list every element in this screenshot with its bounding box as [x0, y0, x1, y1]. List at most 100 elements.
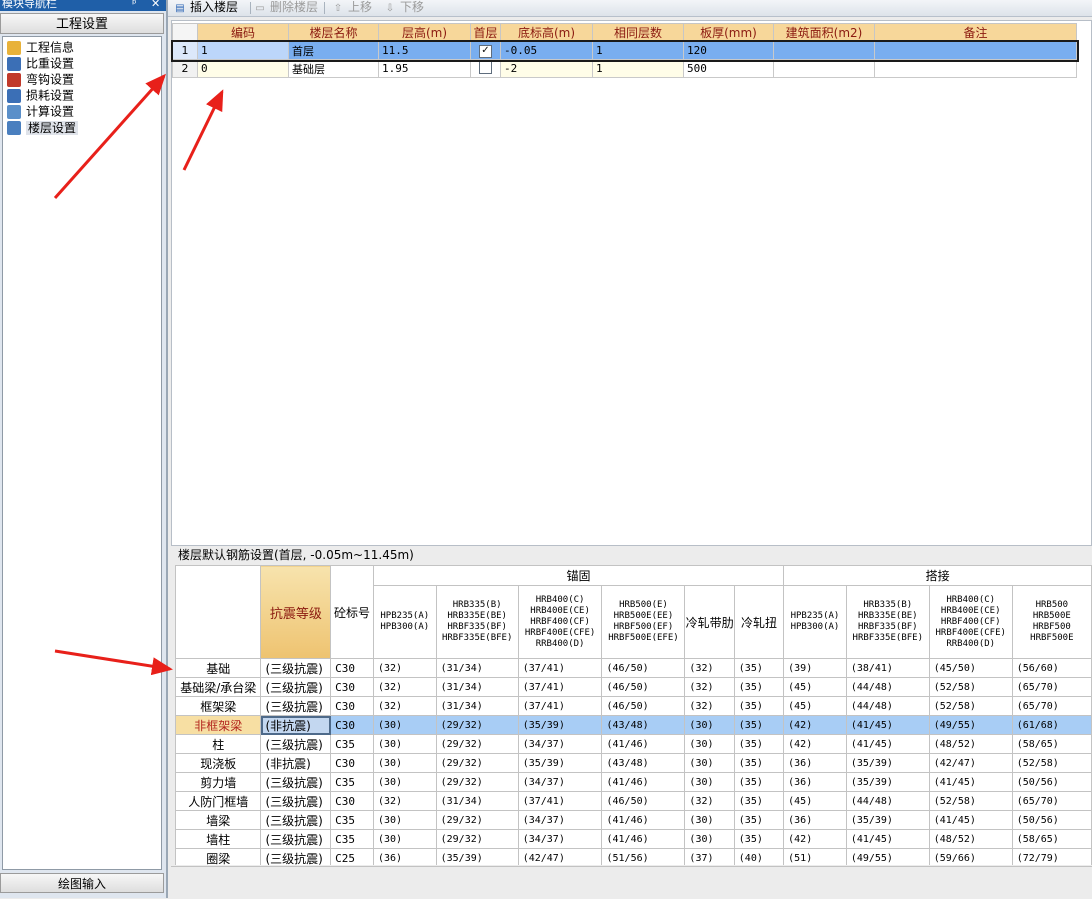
anchorage-value[interactable]: (29/32): [435, 829, 519, 849]
floor-row[interactable]: 2 0 基础层 1.95 -2 1 500: [172, 59, 1077, 78]
anchorage-value[interactable]: (30): [372, 772, 437, 792]
anchorage-value[interactable]: (40): [733, 848, 785, 865]
floor-cell-same[interactable]: 1: [592, 59, 684, 78]
anchorage-value[interactable]: (29/32): [435, 772, 519, 792]
anchorage-value[interactable]: (37/41): [517, 696, 603, 716]
lap-value[interactable]: (35/39): [845, 810, 930, 830]
lap-value[interactable]: (52/58): [928, 696, 1013, 716]
lap-value[interactable]: (52/58): [928, 791, 1013, 811]
anchorage-value[interactable]: (35): [733, 658, 785, 678]
component-name[interactable]: 现浇板: [175, 753, 262, 773]
floor-cell-thickness[interactable]: 120: [683, 41, 774, 60]
lap-value[interactable]: (39): [783, 658, 847, 678]
rebar-row[interactable]: 柱 (三级抗震) C35 (30) (29/32) (34/37) (41/46) (30)(…: [175, 734, 1092, 754]
lap-value[interactable]: (44/48): [845, 791, 930, 811]
floor-cell-name[interactable]: 首层: [288, 41, 379, 60]
anchorage-value[interactable]: (34/37): [517, 810, 603, 830]
component-name[interactable]: 基础梁/承台梁: [175, 677, 262, 697]
rebar-row[interactable]: 非框架梁 (非抗震) C30 (30) (29/32) (35/39) (43/48) (30…: [175, 715, 1092, 735]
anchorage-value[interactable]: (43/48): [601, 753, 686, 773]
lap-value[interactable]: (41/45): [845, 715, 930, 735]
lap-value[interactable]: (45): [783, 791, 847, 811]
floor-cell-code[interactable]: 0: [197, 59, 289, 78]
seismic-grade-cell[interactable]: (三级抗震): [260, 677, 332, 697]
concrete-grade-cell[interactable]: C30: [330, 696, 374, 716]
anchorage-value[interactable]: (30): [372, 829, 437, 849]
tree-item[interactable]: 楼层设置: [7, 119, 79, 135]
component-name[interactable]: 圈梁: [175, 848, 262, 865]
anchorage-value[interactable]: (31/34): [435, 696, 519, 716]
concrete-grade-cell[interactable]: C35: [330, 810, 374, 830]
lap-value[interactable]: (45): [783, 677, 847, 697]
lap-value[interactable]: (45): [783, 696, 847, 716]
anchorage-value[interactable]: (30): [684, 715, 735, 735]
seismic-grade-cell[interactable]: (非抗震): [260, 715, 332, 735]
floor-column-header[interactable]: 首层: [470, 23, 501, 42]
lap-value[interactable]: (41/45): [928, 810, 1013, 830]
seismic-grade-cell[interactable]: (三级抗震): [260, 696, 332, 716]
concrete-grade-cell[interactable]: C30: [330, 715, 374, 735]
seismic-grade-cell[interactable]: (三级抗震): [260, 791, 332, 811]
pin-icon[interactable]: ᵖ: [132, 0, 137, 9]
anchorage-value[interactable]: (37/41): [517, 658, 603, 678]
floor-cell-area[interactable]: [773, 41, 875, 60]
anchorage-value[interactable]: (42/47): [517, 848, 603, 865]
lap-value[interactable]: (52/58): [1011, 753, 1092, 773]
rebar-row[interactable]: 现浇板 (非抗震) C30 (30) (29/32) (35/39) (43/48) (30)…: [175, 753, 1092, 773]
concrete-grade-cell[interactable]: C30: [330, 753, 374, 773]
lap-value[interactable]: (56/60): [1011, 658, 1092, 678]
component-name[interactable]: 墙梁: [175, 810, 262, 830]
anchorage-value[interactable]: (34/37): [517, 734, 603, 754]
anchorage-value[interactable]: (37): [684, 848, 735, 865]
anchorage-value[interactable]: (32): [372, 696, 437, 716]
anchorage-value[interactable]: (41/46): [601, 810, 686, 830]
lap-value[interactable]: (45/50): [928, 658, 1013, 678]
anchorage-value[interactable]: (32): [372, 791, 437, 811]
concrete-grade-cell[interactable]: C35: [330, 734, 374, 754]
anchorage-value[interactable]: (30): [684, 734, 735, 754]
concrete-grade-cell[interactable]: C35: [330, 829, 374, 849]
lap-value[interactable]: (58/65): [1011, 734, 1092, 754]
component-name[interactable]: 基础: [175, 658, 262, 678]
anchorage-value[interactable]: (32): [684, 696, 735, 716]
lap-value[interactable]: (59/66): [928, 848, 1013, 865]
anchorage-value[interactable]: (46/50): [601, 677, 686, 697]
lap-value[interactable]: (44/48): [845, 677, 930, 697]
lap-value[interactable]: (36): [783, 772, 847, 792]
anchorage-value[interactable]: (46/50): [601, 791, 686, 811]
floor-cell-name[interactable]: 基础层: [288, 59, 379, 78]
component-name[interactable]: 柱: [175, 734, 262, 754]
anchorage-value[interactable]: (46/50): [601, 658, 686, 678]
anchorage-value[interactable]: (35): [733, 772, 785, 792]
floor-cell-bottom[interactable]: -2: [500, 59, 593, 78]
first-floor-checkbox[interactable]: [479, 60, 492, 74]
lap-value[interactable]: (36): [783, 810, 847, 830]
lap-value[interactable]: (35/39): [845, 772, 930, 792]
floor-column-header[interactable]: 层高(m): [378, 23, 471, 42]
lap-value[interactable]: (49/55): [928, 715, 1013, 735]
seismic-grade-header[interactable]: 抗震等级: [260, 565, 332, 659]
anchorage-value[interactable]: (35): [733, 810, 785, 830]
lap-value[interactable]: (48/52): [928, 734, 1013, 754]
anchorage-value[interactable]: (41/46): [601, 829, 686, 849]
anchorage-value[interactable]: (34/37): [517, 772, 603, 792]
floor-column-header[interactable]: 备注: [874, 23, 1077, 42]
lap-value[interactable]: (48/52): [928, 829, 1013, 849]
tree-item[interactable]: 损耗设置: [7, 87, 74, 103]
lap-value[interactable]: (36): [783, 753, 847, 773]
floor-cell-area[interactable]: [773, 59, 875, 78]
floor-column-header[interactable]: 编码: [197, 23, 289, 42]
anchorage-value[interactable]: (35): [733, 677, 785, 697]
lap-value[interactable]: (42/47): [928, 753, 1013, 773]
rebar-row[interactable]: 墙柱 (三级抗震) C35 (30) (29/32) (34/37) (41/46) (30)…: [175, 829, 1092, 849]
floor-cell-bottom[interactable]: -0.05: [500, 41, 593, 60]
anchorage-value[interactable]: (29/32): [435, 715, 519, 735]
anchorage-value[interactable]: (35): [733, 829, 785, 849]
floor-column-header[interactable]: 相同层数: [592, 23, 684, 42]
anchorage-value[interactable]: (35): [733, 696, 785, 716]
first-floor-checkbox-cell[interactable]: [470, 59, 501, 78]
lap-value[interactable]: (41/45): [928, 772, 1013, 792]
anchorage-value[interactable]: (35): [733, 791, 785, 811]
anchorage-value[interactable]: (29/32): [435, 734, 519, 754]
tree-item[interactable]: 弯钩设置: [7, 71, 74, 87]
